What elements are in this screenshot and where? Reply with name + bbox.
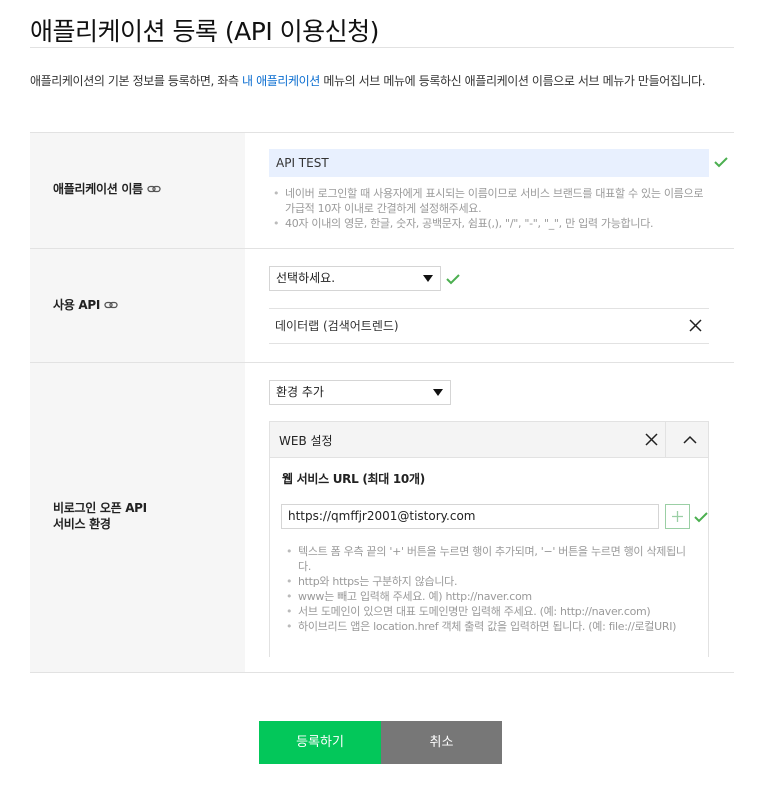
- check-icon: [694, 512, 708, 523]
- hint-item: 네이버 로그인할 때 사용자에게 표시되는 이름이므로 서비스 브랜드를 대표할…: [271, 186, 711, 216]
- env-add-select[interactable]: 환경 추가: [269, 380, 451, 405]
- env-label: 비로그인 오픈 API 서비스 환경: [53, 501, 147, 531]
- hint-item: 40자 이내의 영문, 한글, 숫자, 공백문자, 쉼표(,), "/", "-…: [271, 216, 711, 231]
- chevron-up-icon: [683, 435, 697, 444]
- check-icon: [446, 274, 460, 285]
- hint-item: 하이브리드 앱은 location.href 객체 출력 값을 입력하면 됩니다…: [284, 619, 690, 634]
- check-icon: [714, 157, 728, 168]
- env-row: 비로그인 오픈 API 서비스 환경 환경 추가 WEB 설정 웹 서비스 UR…: [30, 363, 734, 673]
- api-label: 사용 API: [53, 297, 118, 313]
- web-settings-panel: WEB 설정 웹 서비스 URL (최대 10개) https://qmffjr…: [269, 421, 709, 657]
- env-label-cell: 비로그인 오픈 API 서비스 환경: [30, 363, 245, 672]
- web-settings-header: WEB 설정: [270, 422, 708, 458]
- app-name-label: 애플리케이션 이름: [53, 181, 161, 197]
- hint-item: 서브 도메인이 있으면 대표 도메인명만 입력해 주세요. (예: http:/…: [284, 604, 690, 619]
- title-divider: [30, 47, 734, 48]
- plus-icon: [672, 511, 683, 522]
- link-icon: [147, 185, 161, 193]
- app-name-hints: 네이버 로그인할 때 사용자에게 표시되는 이름이므로 서비스 브랜드를 대표할…: [271, 186, 711, 231]
- cancel-button[interactable]: 취소: [381, 721, 502, 764]
- web-settings-title: WEB 설정: [279, 434, 333, 448]
- api-row: 사용 API 선택하세요. 데이터랩 (검색어트렌드): [30, 249, 734, 363]
- web-url-input[interactable]: https://qmffjr2001@tistory.com: [281, 504, 659, 529]
- page-title: 애플리케이션 등록 (API 이용신청): [30, 17, 379, 46]
- hint-item: 텍스트 폼 우측 끝의 '+' 버튼을 누르면 행이 추가되며, '−' 버튼을…: [284, 544, 690, 574]
- my-applications-link[interactable]: 내 애플리케이션: [242, 74, 320, 88]
- close-icon: [645, 433, 658, 446]
- caret-down-icon: [423, 275, 433, 282]
- api-select[interactable]: 선택하세요.: [269, 266, 441, 291]
- hint-item: http와 https는 구분하지 않습니다.: [284, 574, 690, 589]
- collapse-web-settings-button[interactable]: [672, 422, 708, 458]
- api-label-cell: 사용 API: [30, 249, 245, 362]
- app-name-input[interactable]: API TEST: [269, 149, 709, 177]
- page-description: 애플리케이션의 기본 정보를 등록하면, 좌측 내 애플리케이션 메뉴의 서브 …: [30, 74, 706, 88]
- url-label: 웹 서비스 URL (최대 10개): [282, 472, 425, 486]
- remove-web-settings-button[interactable]: [636, 422, 666, 458]
- app-name-row: 애플리케이션 이름 API TEST 네이버 로그인할 때 사용자에게 표시되는…: [30, 133, 734, 249]
- caret-down-icon: [433, 389, 443, 396]
- url-hints: 텍스트 폼 우측 끝의 '+' 버튼을 누르면 행이 추가되며, '−' 버튼을…: [284, 544, 690, 634]
- close-icon[interactable]: [689, 319, 702, 332]
- add-url-button[interactable]: [665, 504, 690, 529]
- link-icon: [104, 301, 118, 309]
- selected-api-item: 데이터랩 (검색어트렌드): [269, 308, 709, 344]
- hint-item: www는 빼고 입력해 주세요. 예) http://naver.com: [284, 589, 690, 604]
- app-name-label-cell: 애플리케이션 이름: [30, 133, 245, 248]
- register-button[interactable]: 등록하기: [259, 721, 381, 764]
